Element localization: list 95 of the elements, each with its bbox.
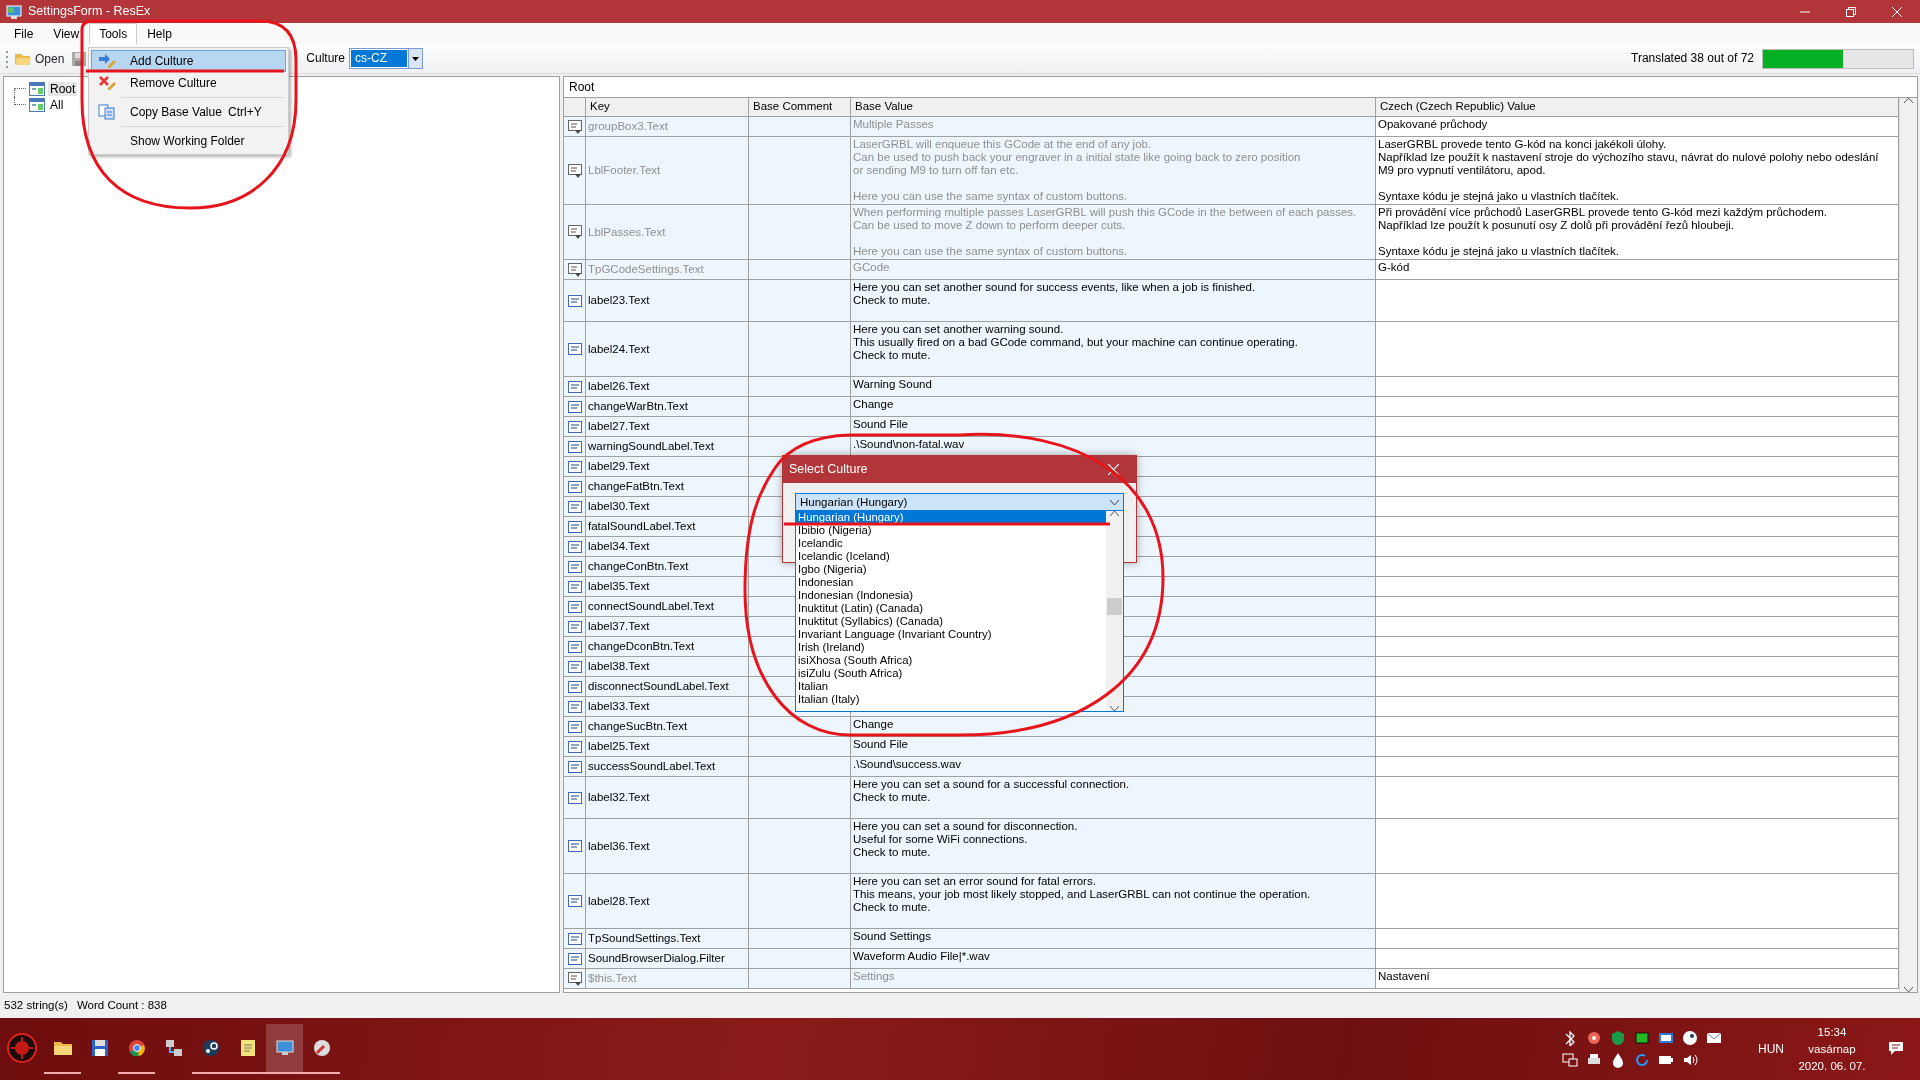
culture-option[interactable]: isiZulu (South Africa) bbox=[796, 667, 1106, 680]
table-cell: disconnectSoundLabel.Text bbox=[586, 677, 749, 697]
menu-item[interactable]: Add Culture bbox=[91, 50, 286, 72]
table-cell: Warning Sound bbox=[851, 377, 1376, 397]
string-count: 532 string(s) bbox=[4, 999, 68, 1013]
table-cell: label38.Text bbox=[586, 657, 749, 677]
table-cell: label24.Text bbox=[586, 322, 749, 377]
culture-option[interactable]: Ibibio (Nigeria) bbox=[796, 524, 1106, 537]
culture-option[interactable]: Igbo (Nigeria) bbox=[796, 563, 1106, 576]
table-cell: GCode bbox=[851, 260, 1376, 280]
table-cell: changeDconBtn.Text bbox=[586, 637, 749, 657]
column-header[interactable]: Base Comment bbox=[749, 98, 851, 117]
table-cell: Nastavení bbox=[1376, 969, 1899, 989]
culture-option[interactable]: Icelandic bbox=[796, 537, 1106, 550]
culture-option[interactable]: Inuktitut (Latin) (Canada) bbox=[796, 602, 1106, 615]
table-cell: Sound Settings bbox=[851, 929, 1376, 949]
table-cell: changeFatBtn.Text bbox=[586, 477, 749, 497]
culture-label: Culture bbox=[306, 51, 346, 66]
table-cell: LaserGRBL will enqueue this GCode at the end of any job. Can be used to push back your engraver in a initial state like going back to zero position or sending M9 to turn off fan etc. Here you can use the same syntax of custom buttons. bbox=[851, 137, 1376, 205]
table-cell: .\Sound\non-fatal.wav bbox=[851, 437, 1376, 457]
table-cell: Here you can set an error sound for fatal errors. This means, your job most likely stopped, and LaserGRBL can not continue the operation. Check to mute. bbox=[851, 874, 1376, 929]
table-cell: label29.Text bbox=[586, 457, 749, 477]
table-cell: SoundBrowserDialog.Filter bbox=[586, 949, 749, 969]
table-cell: Here you can set another warning sound. This usually fired on a bad GCode command, but your machine can continue operating. Check to mute. bbox=[851, 322, 1376, 377]
window-title: SettingsForm - ResEx bbox=[28, 4, 151, 19]
clock-date: 2020. 06. 07. bbox=[1798, 1058, 1866, 1074]
table-cell: fatalSoundLabel.Text bbox=[586, 517, 749, 537]
culture-combo[interactable]: cs-CZ bbox=[349, 48, 424, 69]
language-indicator[interactable]: HUN bbox=[1758, 1041, 1784, 1057]
table-cell: TpGCodeSettings.Text bbox=[586, 260, 749, 280]
table-cell: .\Sound\success.wav bbox=[851, 757, 1376, 777]
table-cell: label37.Text bbox=[586, 617, 749, 637]
progress-label: Translated 38 out of 72 bbox=[1631, 51, 1754, 66]
menu-item[interactable]: Remove Culture bbox=[91, 72, 286, 94]
table-cell: Settings bbox=[851, 969, 1376, 989]
table-cell: label23.Text bbox=[586, 280, 749, 322]
table-cell: label27.Text bbox=[586, 417, 749, 437]
clock-time: 15:34 bbox=[1817, 1024, 1847, 1040]
table-cell: Multiple Passes bbox=[851, 117, 1376, 137]
culture-option[interactable]: Invariant Language (Invariant Country) bbox=[796, 628, 1106, 641]
table-cell: label34.Text bbox=[586, 537, 749, 557]
table-cell: Here you can set a sound for disconnection. Useful for some WiFi connections. Check to mute. bbox=[851, 819, 1376, 874]
table-cell: Opakované průchody bbox=[1376, 117, 1899, 137]
word-count: Word Count : 838 bbox=[76, 999, 167, 1013]
table-cell: When performing multiple passes LaserGRBL will push this GCode in the between of each passes. Can be used to move Z down to perform deeper cuts. Here you can use the same syntax of custom buttons. bbox=[851, 205, 1376, 260]
column-header[interactable]: Key bbox=[586, 98, 749, 117]
table-cell: Sound File bbox=[851, 737, 1376, 757]
menu-item[interactable]: File bbox=[4, 23, 44, 44]
open-button[interactable]: Open bbox=[15, 49, 65, 68]
table-cell: Při provádění více průchodů LaserGRBL provede tento G-kód mezi každým průchodem. Například lze použít k posunutí osy Z dolů při provádění řezů hloubeji. Syntaxe kódu je stejná jako u vlastních tlačítek. bbox=[1376, 205, 1899, 260]
menu-item[interactable]: Help bbox=[137, 23, 182, 44]
table-cell: groupBox3.Text bbox=[586, 117, 749, 137]
culture-option[interactable]: isiXhosa (South Africa) bbox=[796, 654, 1106, 667]
menu-item[interactable]: Tools bbox=[89, 23, 138, 44]
dialog-title: Select Culture bbox=[789, 462, 868, 477]
culture-option[interactable]: Inuktitut (Syllabics) (Canada) bbox=[796, 615, 1106, 628]
table-cell: $this.Text bbox=[586, 969, 749, 989]
table-cell: LblFooter.Text bbox=[586, 137, 749, 205]
culture-option[interactable]: Irish (Ireland) bbox=[796, 641, 1106, 654]
culture-option[interactable]: Indonesian bbox=[796, 576, 1106, 589]
table-cell: label32.Text bbox=[586, 777, 749, 819]
table-cell: label26.Text bbox=[586, 377, 749, 397]
clock-day: vasárnap bbox=[1808, 1040, 1856, 1058]
menu-item[interactable]: Show Working Folder bbox=[91, 130, 286, 152]
table-cell: label28.Text bbox=[586, 874, 749, 929]
column-header[interactable]: Czech (Czech Republic) Value bbox=[1376, 98, 1899, 117]
table-cell: Here you can set a sound for a successful connection. Check to mute. bbox=[851, 777, 1376, 819]
culture-option[interactable]: Italian (Italy) bbox=[796, 693, 1106, 706]
tree-item[interactable]: All bbox=[48, 97, 66, 113]
table-cell: LblPasses.Text bbox=[586, 205, 749, 260]
culture-option[interactable]: Indonesian (Indonesia) bbox=[796, 589, 1106, 602]
table-cell: TpSoundSettings.Text bbox=[586, 929, 749, 949]
table-cell: changeSucBtn.Text bbox=[586, 717, 749, 737]
table-cell: label25.Text bbox=[586, 737, 749, 757]
table-cell: Sound File bbox=[851, 417, 1376, 437]
menu-item[interactable]: Copy Base Value Ctrl+Y bbox=[91, 101, 286, 123]
table-cell: Waveform Audio File|*.wav bbox=[851, 949, 1376, 969]
table-cell: Here you can set another sound for success events, like when a job is finished. Check to mute. bbox=[851, 280, 1376, 322]
table-cell: connectSoundLabel.Text bbox=[586, 597, 749, 617]
table-cell: label33.Text bbox=[586, 697, 749, 717]
column-header[interactable]: Base Value bbox=[851, 98, 1376, 117]
table-cell: warningSoundLabel.Text bbox=[586, 437, 749, 457]
table-cell: Change bbox=[851, 397, 1376, 417]
culture-option[interactable]: Icelandic (Iceland) bbox=[796, 550, 1106, 563]
culture-option[interactable]: Italian bbox=[796, 680, 1106, 693]
menu-item[interactable]: View bbox=[43, 23, 90, 44]
table-cell: changeWarBtn.Text bbox=[586, 397, 749, 417]
table-cell: G-kód bbox=[1376, 260, 1899, 280]
table-cell: successSoundLabel.Text bbox=[586, 757, 749, 777]
table-cell: Change bbox=[851, 717, 1376, 737]
table-cell: label30.Text bbox=[586, 497, 749, 517]
tree-item[interactable]: Root bbox=[48, 81, 78, 97]
table-cell: label36.Text bbox=[586, 819, 749, 874]
table-cell: label35.Text bbox=[586, 577, 749, 597]
table-cell: changeConBtn.Text bbox=[586, 557, 749, 577]
